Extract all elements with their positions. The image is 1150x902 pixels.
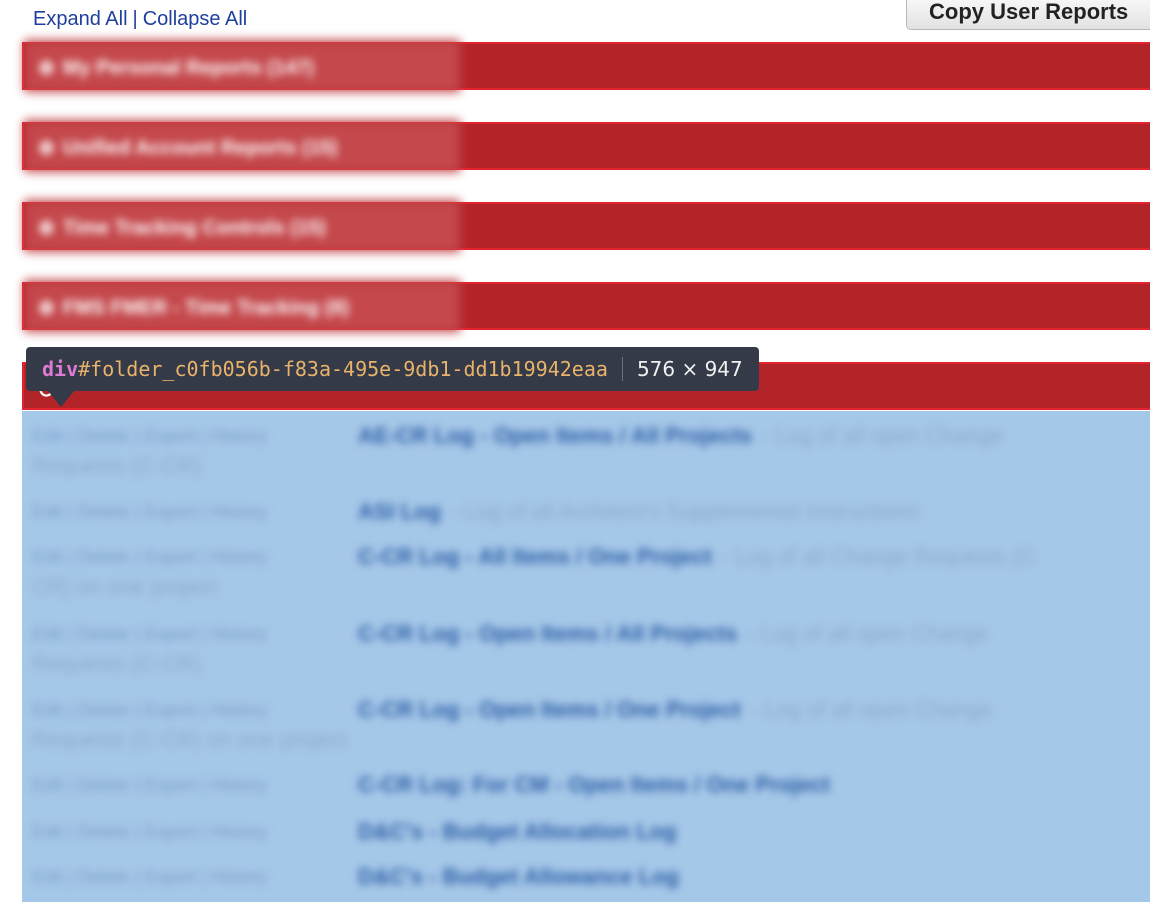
collapse-all-link[interactable]: Collapse All — [143, 8, 248, 30]
tooltip-divider — [621, 357, 623, 381]
report-link[interactable]: D&C's - Budget Allocation Log — [358, 819, 677, 844]
folder-title: My Personal Reports (147) — [62, 57, 314, 79]
report-description: - Log of all open Change — [747, 621, 989, 646]
report-description-wrap: Requests (C-CR) — [32, 651, 201, 676]
folder-header: ⊕ Time Tracking Controls (15) — [38, 215, 326, 240]
report-link[interactable]: C-CR Log: For CM - Open Items / One Proj… — [358, 772, 830, 797]
report-actions[interactable]: Edit | Delete | Export | History — [32, 817, 267, 847]
report-description-wrap: Requests (C-CR) — [32, 453, 201, 478]
report-actions[interactable]: Edit | Delete | Export | History — [32, 862, 267, 892]
report-description: - Log of all Change Requests (C — [721, 544, 1036, 569]
link-separator: | — [132, 8, 138, 30]
plus-icon: ⊕ — [38, 137, 55, 159]
plus-icon: ⊕ — [38, 217, 55, 239]
folder-header: ⊕ Unified Account Reports (15) — [38, 135, 338, 160]
tooltip-arrow-icon — [48, 391, 74, 407]
report-description: - Log of all open Change — [750, 697, 992, 722]
folder-bar-time-tracking-controls[interactable]: ⊕ Time Tracking Controls (15) — [22, 200, 1150, 252]
plus-icon: ⊕ — [38, 57, 55, 79]
plus-icon: ⊕ — [38, 297, 55, 319]
report-link[interactable]: C-CR Log - All Items / One Project — [358, 544, 712, 569]
folder-title: FMS FMER - Time Tracking (8) — [62, 297, 350, 319]
folder-bar-personal-reports[interactable]: ⊕ My Personal Reports (147) — [22, 40, 1150, 92]
report-link[interactable]: C-CR Log - Open Items / One Project — [358, 697, 741, 722]
report-description-wrap: Requests (C-CR) on one project — [32, 727, 347, 752]
report-description: - Log of all open Change — [762, 423, 1003, 448]
report-actions[interactable]: Edit | Delete | Export | History — [32, 421, 267, 451]
report-actions[interactable]: Edit | Delete | Export | History — [32, 770, 267, 800]
report-link[interactable]: ASI Log — [358, 499, 441, 524]
folder-content-panel: Edit | Delete | Export | History AE-CR L… — [22, 411, 1150, 902]
folder-bar-fms-fmer-time-tracking[interactable]: ⊕ FMS FMER - Time Tracking (8) — [22, 280, 1150, 332]
report-actions[interactable]: Edit | Delete | Export | History — [32, 542, 267, 572]
report-link[interactable]: AE-CR Log - Open Items / All Projects — [358, 423, 752, 448]
expand-collapse-links: Expand All | Collapse All — [33, 8, 247, 31]
devtools-inspector-tooltip: div #folder_c0fb056b-f83a-495e-9db1-dd1b1… — [26, 347, 759, 391]
folder-header: ⊕ FMS FMER - Time Tracking (8) — [38, 295, 349, 320]
report-link[interactable]: C-CR Log - Open Items / All Projects — [358, 621, 737, 646]
expand-all-link[interactable]: Expand All — [33, 8, 128, 30]
report-description: - Log of all Architect's Supplemental In… — [451, 499, 919, 524]
folder-header: ⊕ My Personal Reports (147) — [38, 55, 314, 80]
folder-bar-unified-account-reports[interactable]: ⊕ Unified Account Reports (15) — [22, 120, 1150, 172]
tooltip-tag: div — [42, 357, 79, 381]
copy-user-reports-button[interactable]: Copy User Reports — [906, 0, 1150, 30]
tooltip-dimensions: 576 × 947 — [636, 357, 743, 381]
report-link[interactable]: D&C's - Budget Allowance Log — [358, 864, 679, 889]
report-actions[interactable]: Edit | Delete | Export | History — [32, 497, 267, 527]
report-actions[interactable]: Edit | Delete | Export | History — [32, 695, 267, 725]
report-description-wrap: CR) on one project — [32, 574, 217, 599]
tooltip-element-id: #folder_c0fb056b-f83a-495e-9db1-dd1b1994… — [78, 357, 608, 381]
folder-title: Unified Account Reports (15) — [62, 137, 338, 159]
folder-title: Time Tracking Controls (15) — [62, 217, 326, 239]
report-actions[interactable]: Edit | Delete | Export | History — [32, 619, 267, 649]
